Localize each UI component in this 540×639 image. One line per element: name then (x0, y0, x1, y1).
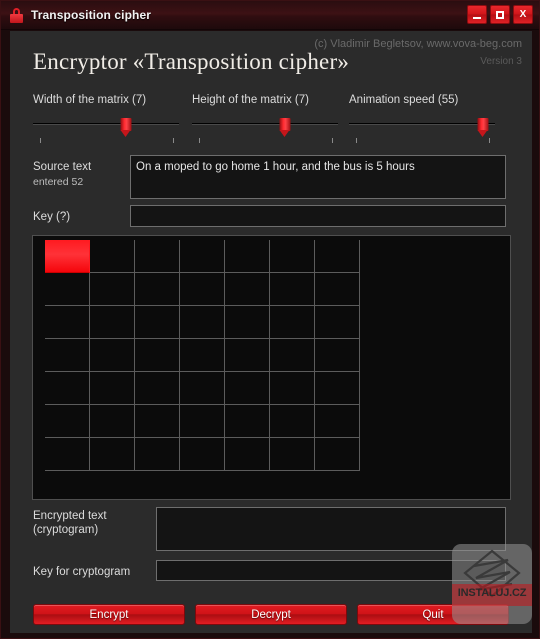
main-panel: (c) Vladimir Begletsov, www.vova-beg.com… (10, 31, 532, 633)
matrix-cell[interactable] (180, 339, 225, 372)
slider-animation-thumb[interactable] (477, 118, 489, 137)
matrix-cell-active[interactable] (45, 240, 90, 273)
matrix-cell[interactable] (135, 240, 180, 273)
matrix-cell[interactable] (315, 438, 360, 471)
slider-animation-label: Animation speed (55) (349, 94, 459, 106)
cryptogram-key-label: Key for cryptogram (33, 566, 131, 578)
matrix-cell[interactable] (315, 240, 360, 273)
slider-animation-tick-min (356, 138, 357, 143)
matrix-cell[interactable] (45, 438, 90, 471)
matrix-cell[interactable] (90, 438, 135, 471)
title-bar[interactable]: Transposition cipher X (1, 1, 539, 30)
matrix-cell[interactable] (270, 339, 315, 372)
version-text: Version 3 (480, 56, 522, 67)
minimize-button[interactable] (467, 5, 487, 24)
matrix-cell[interactable] (315, 339, 360, 372)
slider-row: Width of the matrix (7) Height of the ma… (10, 94, 532, 144)
window-controls: X (467, 5, 533, 24)
slider-width-label: Width of the matrix (7) (33, 94, 147, 106)
matrix-cell[interactable] (315, 372, 360, 405)
matrix-cell[interactable] (135, 339, 180, 372)
encrypted-text-output[interactable] (156, 507, 506, 551)
matrix-cell[interactable] (270, 240, 315, 273)
slider-width-tick-max (173, 138, 174, 143)
lock-icon (10, 7, 23, 23)
source-text-label: Source text (33, 161, 92, 173)
matrix-cell[interactable] (180, 273, 225, 306)
decrypt-button[interactable]: Decrypt (195, 604, 347, 625)
matrix-cell[interactable] (45, 273, 90, 306)
slider-animation-track-wrap[interactable] (349, 118, 501, 144)
slider-height-track[interactable] (192, 123, 338, 125)
key-label: Key (?) (33, 211, 71, 223)
matrix-cell[interactable] (225, 339, 270, 372)
matrix-cell[interactable] (270, 372, 315, 405)
matrix-cell[interactable] (45, 372, 90, 405)
slider-width-thumb[interactable] (120, 118, 132, 137)
matrix-cell[interactable] (90, 339, 135, 372)
matrix-cell[interactable] (45, 306, 90, 339)
source-text-counter: entered 52 (33, 176, 84, 188)
matrix-cell[interactable] (180, 405, 225, 438)
matrix-cell[interactable] (315, 405, 360, 438)
matrix-cell[interactable] (180, 306, 225, 339)
maximize-button[interactable] (490, 5, 510, 24)
close-button[interactable]: X (513, 5, 533, 24)
slider-height-track-wrap[interactable] (192, 118, 344, 144)
matrix-grid (45, 240, 360, 471)
slider-width-tick-min (40, 138, 41, 143)
slider-animation-track[interactable] (349, 123, 495, 125)
matrix-cell[interactable] (135, 306, 180, 339)
slider-width-of-matrix: Width of the matrix (7) (33, 94, 185, 144)
matrix-cell[interactable] (225, 240, 270, 273)
matrix-cell[interactable] (135, 405, 180, 438)
slider-height-of-matrix: Height of the matrix (7) (192, 94, 344, 144)
matrix-cell[interactable] (225, 372, 270, 405)
matrix-cell[interactable] (90, 306, 135, 339)
matrix-cell[interactable] (45, 339, 90, 372)
slider-height-label: Height of the matrix (7) (192, 94, 309, 106)
matrix-cell[interactable] (315, 273, 360, 306)
slider-width-track[interactable] (33, 123, 179, 125)
matrix-cell[interactable] (180, 438, 225, 471)
matrix-cell[interactable] (45, 405, 90, 438)
matrix-cell[interactable] (225, 306, 270, 339)
slider-width-track-wrap[interactable] (33, 118, 185, 144)
slider-height-tick-min (199, 138, 200, 143)
matrix-cell[interactable] (135, 438, 180, 471)
matrix-cell[interactable] (90, 405, 135, 438)
slider-height-thumb[interactable] (279, 118, 291, 137)
matrix-cell[interactable] (135, 273, 180, 306)
application-window: Transposition cipher X (c) Vladimir Begl… (0, 0, 540, 639)
matrix-canvas[interactable] (32, 235, 511, 500)
matrix-cell[interactable] (90, 273, 135, 306)
key-input[interactable] (130, 205, 506, 227)
matrix-cell[interactable] (270, 405, 315, 438)
matrix-cell[interactable] (180, 240, 225, 273)
slider-height-tick-max (332, 138, 333, 143)
matrix-cell[interactable] (225, 273, 270, 306)
matrix-cell[interactable] (90, 240, 135, 273)
matrix-cell[interactable] (180, 372, 225, 405)
page-title: Encryptor «Transposition cipher» (33, 49, 350, 74)
matrix-cell[interactable] (225, 438, 270, 471)
matrix-cell[interactable] (270, 438, 315, 471)
matrix-cell[interactable] (225, 405, 270, 438)
matrix-cell[interactable] (90, 372, 135, 405)
encrypted-text-label: Encrypted text (cryptogram) (33, 510, 107, 536)
matrix-cell[interactable] (270, 306, 315, 339)
slider-animation-speed: Animation speed (55) (349, 94, 501, 144)
matrix-cell[interactable] (135, 372, 180, 405)
header-zone: (c) Vladimir Begletsov, www.vova-beg.com… (10, 31, 532, 89)
slider-animation-tick-max (489, 138, 490, 143)
window-title: Transposition cipher (31, 8, 152, 22)
source-text-input[interactable] (130, 155, 506, 199)
cryptogram-key-output[interactable] (156, 560, 506, 581)
matrix-cell[interactable] (270, 273, 315, 306)
quit-button[interactable]: Quit (357, 604, 509, 625)
encrypt-button[interactable]: Encrypt (33, 604, 185, 625)
matrix-cell[interactable] (315, 306, 360, 339)
